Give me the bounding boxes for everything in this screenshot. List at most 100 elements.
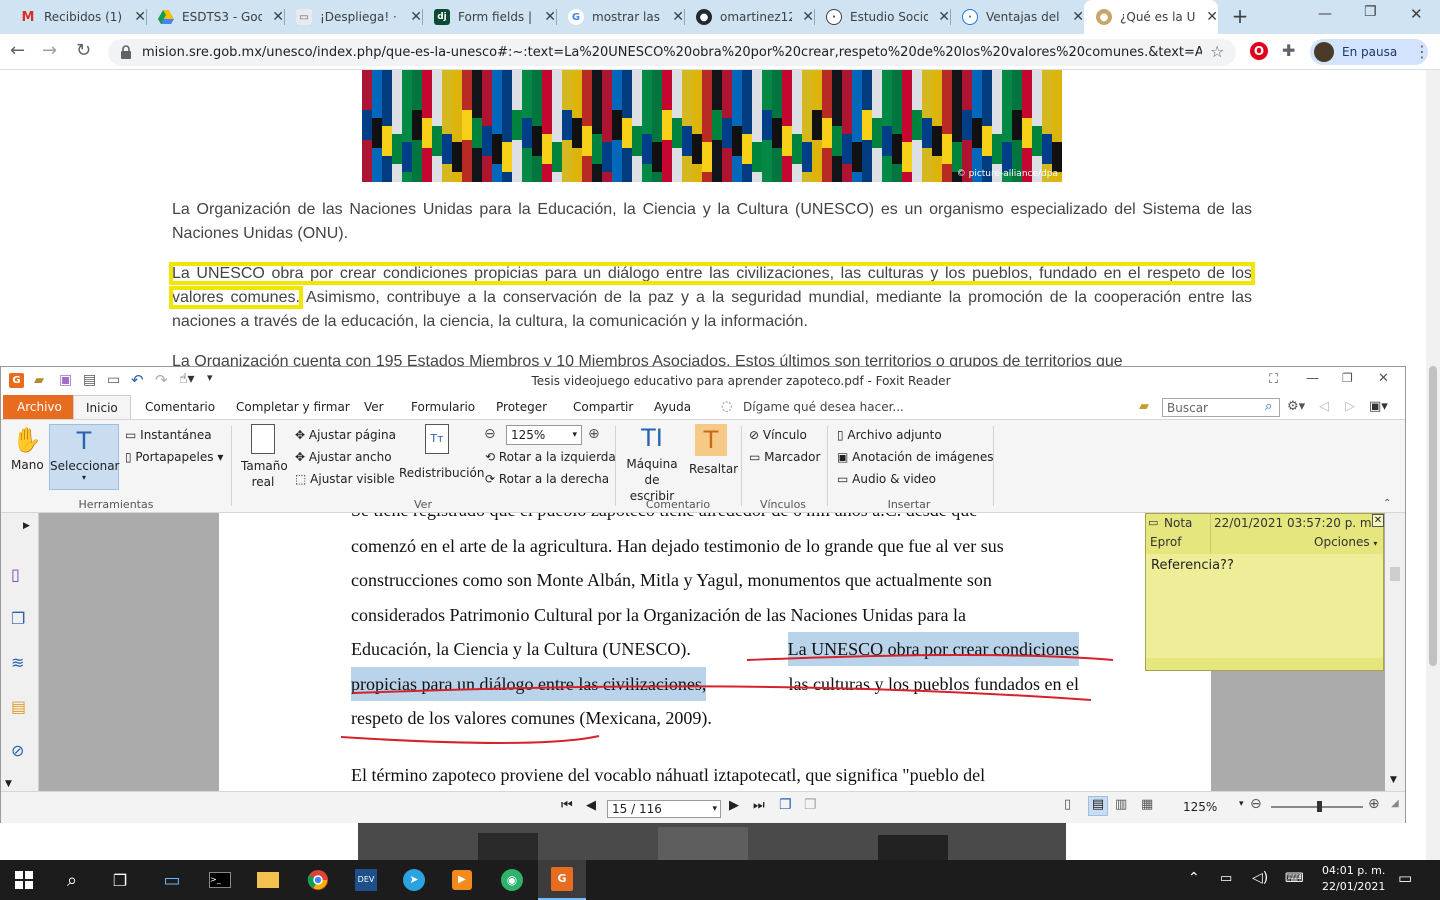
- zoom-select[interactable]: 125% ▾: [506, 425, 582, 445]
- menu-ayuda[interactable]: Ayuda: [646, 395, 699, 419]
- note-close-button[interactable]: ✕: [1372, 514, 1384, 527]
- terminal-app-icon[interactable]: >_: [196, 860, 244, 900]
- next-view-icon[interactable]: ❐: [804, 797, 817, 813]
- first-page-icon[interactable]: ⏮: [561, 798, 573, 813]
- menu-proteger[interactable]: Proteger: [488, 395, 555, 419]
- typewriter-button[interactable]: TI Máquina de escribir: [621, 424, 683, 504]
- lock-icon[interactable]: [120, 45, 132, 59]
- close-icon[interactable]: ✕: [544, 9, 556, 25]
- media-app-icon[interactable]: ▶: [438, 860, 486, 900]
- search-icon[interactable]: ⌕: [48, 860, 96, 900]
- close-icon[interactable]: ✕: [1072, 9, 1084, 25]
- tell-me-input[interactable]: Dígame qué desea hacer...: [743, 400, 904, 414]
- last-page-icon[interactable]: ⏭: [753, 798, 765, 813]
- tab-github[interactable]: ● omartinez12! ✕: [684, 0, 814, 34]
- single-page-icon[interactable]: ▯: [1064, 797, 1071, 812]
- task-view-icon[interactable]: ❐: [96, 860, 144, 900]
- devcpp-app-icon[interactable]: DEV: [342, 860, 390, 900]
- continuous-facing-icon[interactable]: ▦: [1141, 797, 1153, 812]
- previous-view-icon[interactable]: ❐: [779, 797, 792, 813]
- zoom-dropdown-icon[interactable]: ▾: [1239, 799, 1244, 809]
- opera-extension-icon[interactable]: O: [1250, 42, 1268, 60]
- attachment-button[interactable]: ▯ Archivo adjunto: [837, 428, 942, 442]
- actual-size-button[interactable]: Tamaño real: [241, 424, 288, 490]
- collapse-ribbon-icon[interactable]: ⌃: [1383, 498, 1391, 509]
- link-button[interactable]: ⊘ Vínculo: [749, 428, 807, 442]
- fit-visible-button[interactable]: ⬚ Ajustar visible: [295, 472, 395, 486]
- back-button[interactable]: ←: [10, 40, 25, 61]
- scroll-down-icon[interactable]: ▼: [1390, 775, 1397, 785]
- address-bar[interactable]: mision.sre.gob.mx/unesco/index.php/que-e…: [108, 39, 1236, 66]
- network-icon[interactable]: ▭: [1220, 871, 1232, 886]
- tab-django[interactable]: dj Form fields | ✕: [422, 0, 556, 34]
- panel-scroll-down-icon[interactable]: ▼: [5, 779, 12, 789]
- start-button[interactable]: [0, 860, 48, 900]
- vpn-app-icon[interactable]: ◉: [488, 860, 536, 900]
- reload-button[interactable]: ↻: [76, 40, 91, 61]
- tab-despliega[interactable]: ▭ ¡Despliega! · ✕: [284, 0, 422, 34]
- foxit-scrollbar[interactable]: ▼: [1385, 513, 1405, 791]
- foxit-minimize-button[interactable]: —: [1306, 371, 1319, 386]
- foxit-search-input[interactable]: Buscar ⌕: [1162, 398, 1280, 417]
- attachments-panel-icon[interactable]: ⊘: [11, 741, 24, 760]
- tab-google[interactable]: G mostrar las ir ✕: [556, 0, 684, 34]
- close-icon[interactable]: ✕: [410, 9, 422, 25]
- fit-page-button[interactable]: ✥ Ajustar página: [295, 428, 396, 442]
- next-page-icon[interactable]: ▶: [729, 798, 739, 813]
- keyboard-icon[interactable]: ⌨: [1285, 871, 1304, 886]
- hand-tool-button[interactable]: ✋ Mano: [11, 426, 44, 472]
- page-number-input[interactable]: 15 / 116 ▾: [607, 800, 721, 818]
- new-tab-button[interactable]: +: [1228, 4, 1252, 28]
- zoom-out-icon[interactable]: ⊖: [484, 426, 496, 442]
- menu-ver[interactable]: Ver: [356, 395, 392, 419]
- pages-panel-icon[interactable]: ❐: [11, 609, 25, 628]
- expand-panel-icon[interactable]: ▶: [23, 521, 30, 531]
- close-icon[interactable]: ✕: [802, 9, 814, 25]
- notifications-icon[interactable]: ▭: [1398, 869, 1412, 887]
- zoom-in-icon[interactable]: ⊕: [588, 426, 600, 442]
- bookmark-star-icon[interactable]: ☆: [1210, 42, 1224, 61]
- tab-estudio[interactable]: · Estudio Socio ✕: [814, 0, 950, 34]
- close-icon[interactable]: ✕: [938, 9, 950, 25]
- tab-drive[interactable]: ESDTS3 - Goo ✕: [146, 0, 284, 34]
- note-options-button[interactable]: Opciones ▾: [1314, 535, 1377, 549]
- menu-archivo[interactable]: Archivo: [3, 395, 76, 419]
- pen-annotation[interactable]: [219, 513, 1211, 791]
- layers-panel-icon[interactable]: ≋: [11, 653, 24, 672]
- close-icon[interactable]: ✕: [672, 9, 684, 25]
- settings-gear-icon[interactable]: ⚙▾: [1287, 399, 1305, 414]
- user-account-icon[interactable]: ▣▾: [1369, 399, 1388, 414]
- menu-formulario[interactable]: Formulario: [403, 395, 483, 419]
- tray-chevron-icon[interactable]: ⌃: [1188, 870, 1200, 886]
- snapshot-button[interactable]: ▭ Instantánea: [125, 428, 212, 442]
- extensions-puzzle-icon[interactable]: ✚: [1282, 41, 1295, 60]
- zoom-in-icon[interactable]: ⊕: [1368, 796, 1380, 812]
- foxit-restore-button[interactable]: ❐: [1342, 371, 1353, 385]
- sticky-note-popup[interactable]: ▭ Nota Eprof 22/01/2021 03:57:20 p. m. ✕…: [1145, 513, 1384, 671]
- highlight-button[interactable]: T Resaltar: [689, 424, 738, 476]
- zoom-level[interactable]: 125%: [1183, 800, 1217, 814]
- tab-unesco-active[interactable]: ● ¿Qué es la UN ✕: [1084, 0, 1218, 34]
- zoom-out-icon[interactable]: ⊖: [1250, 796, 1262, 812]
- url-text[interactable]: mision.sre.gob.mx/unesco/index.php/que-e…: [142, 45, 1202, 60]
- foxit-taskbar-icon[interactable]: G: [538, 860, 586, 900]
- next-result-icon[interactable]: ▷: [1345, 399, 1355, 414]
- select-tool-button[interactable]: T Seleccionar ▾: [49, 424, 119, 490]
- tab-gmail[interactable]: M Recibidos (1) ✕: [8, 0, 146, 34]
- forward-button[interactable]: →: [42, 40, 57, 61]
- close-icon[interactable]: ✕: [1206, 9, 1218, 25]
- folder-search-icon[interactable]: ▰: [1139, 399, 1149, 414]
- foxit-close-button[interactable]: ✕: [1378, 371, 1389, 386]
- telegram-app-icon[interactable]: ➤: [390, 860, 438, 900]
- clock[interactable]: 04:01 p. m. 22/01/2021: [1322, 864, 1385, 893]
- continuous-page-icon[interactable]: ▤: [1088, 796, 1108, 816]
- close-window-button[interactable]: ✕: [1410, 5, 1423, 23]
- page-scrollbar[interactable]: [1426, 70, 1440, 860]
- clipboard-button[interactable]: ▯ Portapapeles ▾: [125, 450, 223, 464]
- fullscreen-icon[interactable]: ⛶: [1269, 372, 1278, 387]
- file-explorer-icon[interactable]: [244, 860, 292, 900]
- minimize-window-button[interactable]: —: [1318, 6, 1332, 22]
- search-icon[interactable]: ⌕: [1265, 399, 1272, 414]
- menu-comentario[interactable]: Comentario: [137, 395, 223, 419]
- resize-grip-icon[interactable]: ◢: [1391, 798, 1399, 809]
